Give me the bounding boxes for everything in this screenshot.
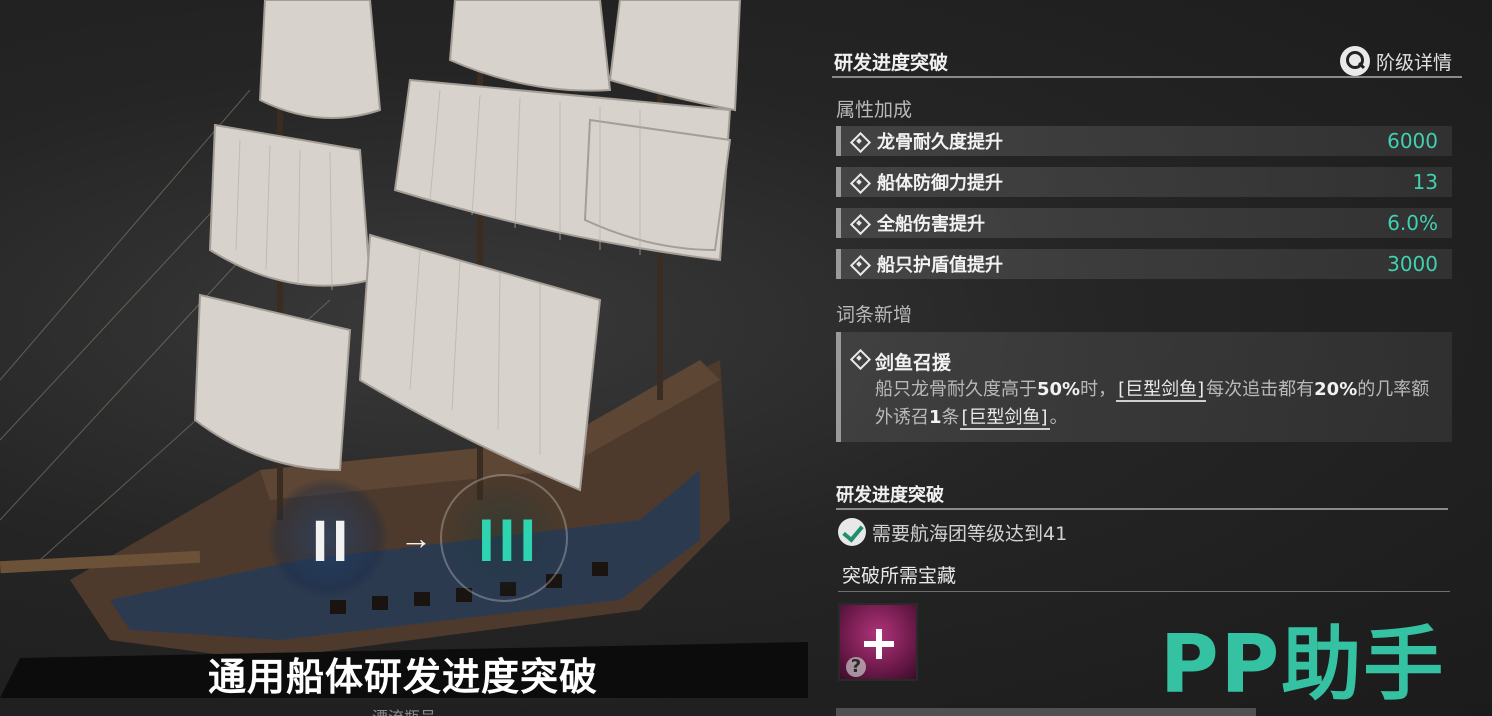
- ship-illustration: [0, 0, 742, 660]
- attribute-value: 13: [1412, 170, 1438, 194]
- entry-description: 船只龙骨耐久度高于50%时， [巨型剑鱼] 每次追击都有20%的几率额外诱召1条 [巨…: [875, 376, 1445, 432]
- panel-title: 研发进度突破: [834, 52, 949, 74]
- magnifier-icon: [1340, 46, 1370, 76]
- diamond-bullet-icon: [851, 256, 867, 272]
- desc-text: 每次追击都有: [1206, 379, 1315, 400]
- diamond-bullet-icon: [851, 350, 867, 366]
- caption-subtitle: 漂流瓶号: [372, 704, 436, 716]
- attribute-value: 6000: [1387, 129, 1438, 153]
- swordfish-link[interactable]: [巨型剑鱼]: [959, 407, 1050, 430]
- tier-detail-button[interactable]: 阶级详情: [1340, 46, 1452, 76]
- desc-highlight: 1: [929, 407, 942, 428]
- attribute-row: 船体防御力提升 13: [836, 167, 1452, 197]
- diamond-bullet-icon: [851, 174, 867, 190]
- attribute-row: 全船伤害提升 6.0%: [836, 208, 1452, 238]
- desc-highlight: 50%: [1037, 379, 1081, 400]
- attribute-row: 船只护盾值提升 3000: [836, 249, 1452, 279]
- attribute-name: 龙骨耐久度提升: [877, 132, 1003, 153]
- new-entries-label: 词条新增: [836, 304, 913, 326]
- question-icon: ?: [846, 657, 866, 677]
- bottom-bar: [836, 708, 1256, 716]
- attribute-name: 全船伤害提升: [877, 214, 985, 235]
- attribute-value: 3000: [1387, 252, 1438, 276]
- entry-name: 剑鱼召援: [875, 352, 952, 374]
- tier-detail-label: 阶级详情: [1376, 51, 1453, 74]
- attribute-name: 船体防御力提升: [877, 173, 1003, 194]
- breakthrough-divider: [836, 508, 1448, 510]
- diamond-bullet-icon: [851, 133, 867, 149]
- tier-arrow-icon: →: [400, 520, 432, 556]
- swordfish-link[interactable]: [巨型剑鱼]: [1116, 379, 1207, 402]
- requirement-row: 需要航海团等级达到41: [838, 518, 1067, 546]
- treasure-divider: [838, 591, 1450, 592]
- attribute-row: 龙骨耐久度提升 6000: [836, 126, 1452, 156]
- checkmark-icon: [838, 518, 866, 546]
- treasure-title: 突破所需宝藏: [842, 565, 957, 587]
- attribute-name: 船只护盾值提升: [877, 255, 1003, 276]
- desc-text: 船只龙骨耐久度高于: [875, 379, 1037, 400]
- desc-text: 时，: [1080, 379, 1117, 400]
- desc-highlight: 20%: [1314, 379, 1358, 400]
- diamond-bullet-icon: [851, 215, 867, 231]
- attribute-value: 6.0%: [1387, 211, 1438, 235]
- requirement-text: 需要航海团等级达到41: [872, 522, 1068, 545]
- entry-card: 剑鱼召援 船只龙骨耐久度高于50%时， [巨型剑鱼] 每次追击都有20%的几率额外诱…: [836, 332, 1452, 442]
- breakthrough-title: 研发进度突破: [836, 485, 944, 506]
- current-tier-numeral: II: [312, 509, 353, 574]
- add-treasure-button[interactable]: ?: [838, 603, 918, 681]
- desc-text: 条: [941, 407, 960, 428]
- watermark-logo: PP助手: [1160, 618, 1446, 711]
- caption-title: 通用船体研发进度突破: [208, 655, 599, 699]
- next-tier-numeral: III: [478, 507, 541, 574]
- title-divider: [832, 76, 1462, 78]
- attribute-bonus-label: 属性加成: [836, 99, 913, 121]
- desc-text: 。: [1049, 407, 1068, 428]
- plus-icon: [876, 629, 882, 659]
